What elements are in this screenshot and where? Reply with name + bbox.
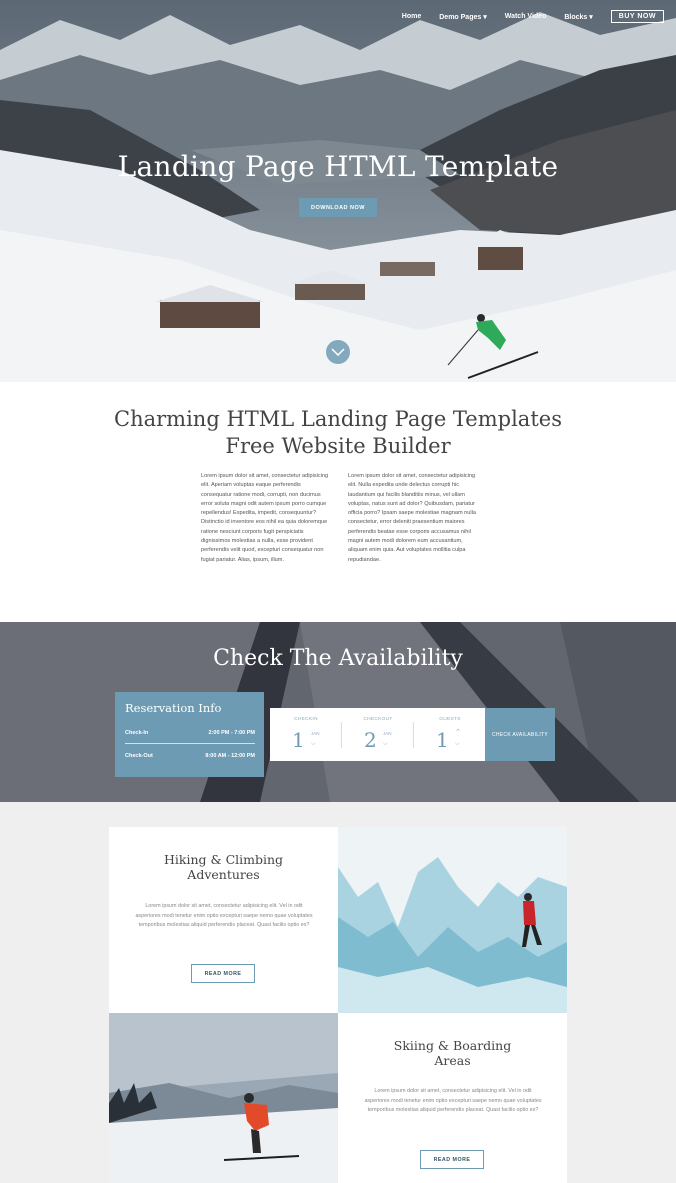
reservation-divider bbox=[125, 743, 255, 744]
checkin-field-label: CHECKIN bbox=[294, 717, 318, 722]
reservation-info-title: Reservation Info bbox=[125, 701, 222, 715]
download-now-button[interactable]: DOWNLOAD NOW bbox=[299, 198, 377, 217]
checkout-field-label: CHECKOUT bbox=[363, 717, 393, 722]
skier-image bbox=[109, 1013, 338, 1183]
nav-watch-video-link[interactable]: Watch Video bbox=[505, 13, 547, 20]
check-availability-button[interactable]: CHECK AVAILABILITY bbox=[485, 708, 555, 761]
top-navigation: Home Demo Pages ▾ Watch Video Blocks ▾ B… bbox=[402, 10, 664, 23]
feature-title-line1: Hiking & Climbing bbox=[163, 852, 284, 867]
buy-now-button[interactable]: BUY NOW bbox=[610, 10, 664, 23]
checkout-hours-value: 8:00 AM - 12:00 PM bbox=[205, 753, 255, 759]
intro-title-line2: Free Website Builder bbox=[225, 434, 451, 458]
checkin-day-value: 1 bbox=[292, 728, 305, 752]
chevron-down-icon: ⌵ bbox=[311, 741, 316, 747]
checkout-date-picker[interactable]: CHECKOUT 2 JAN ⌵ bbox=[342, 708, 414, 761]
feature-title-line2: Adventures bbox=[187, 867, 260, 882]
chevron-up-icon[interactable]: ⌃ bbox=[455, 728, 461, 736]
checkout-hours-label: Check-Out bbox=[125, 753, 153, 759]
checkout-month-value: JAN bbox=[383, 731, 392, 736]
intro-text-column-1: Lorem ipsum dolor sit amet, consectetur … bbox=[201, 473, 329, 563]
checkout-day-value: 2 bbox=[364, 728, 377, 752]
feature-text: Lorem ipsum dolor sit amet, consectetur … bbox=[364, 1088, 542, 1114]
checkin-date-picker[interactable]: CHECKIN 1 JAN ⌵ bbox=[270, 708, 342, 761]
read-more-button[interactable]: READ MORE bbox=[191, 964, 255, 983]
checkin-hours-row: Check-In 2:00 PM - 7:00 PM bbox=[125, 730, 255, 736]
intro-title-line1: Charming HTML Landing Page Templates bbox=[114, 407, 562, 431]
chevron-down-icon: ⌵ bbox=[383, 741, 388, 747]
checkin-hours-value: 2:00 PM - 7:00 PM bbox=[208, 730, 255, 736]
chevron-down-icon[interactable]: ⌵ bbox=[455, 741, 460, 748]
checkin-hours-label: Check-In bbox=[125, 730, 149, 736]
feature-title: Skiing & Boarding Areas bbox=[338, 1038, 567, 1068]
checkout-hours-row: Check-Out 8:00 AM - 12:00 PM bbox=[125, 753, 255, 759]
read-more-button[interactable]: READ MORE bbox=[420, 1150, 484, 1169]
checkin-month-value: JAN bbox=[311, 731, 320, 736]
hero-section: Home Demo Pages ▾ Watch Video Blocks ▾ B… bbox=[0, 0, 676, 382]
nav-home-link[interactable]: Home bbox=[402, 13, 421, 20]
nav-blocks-dropdown[interactable]: Blocks ▾ bbox=[564, 13, 592, 21]
nav-demo-pages-dropdown[interactable]: Demo Pages ▾ bbox=[439, 13, 486, 21]
guests-stepper[interactable]: GUESTS 1 ⌃ ⌵ bbox=[414, 708, 486, 761]
feature-title: Hiking & Climbing Adventures bbox=[109, 852, 338, 882]
availability-title: Check The Availability bbox=[213, 646, 463, 671]
intro-title: Charming HTML Landing Page Templates Fre… bbox=[0, 406, 676, 460]
feature-text: Lorem ipsum dolor sit amet, consectetur … bbox=[135, 903, 313, 929]
scroll-down-button[interactable] bbox=[326, 340, 350, 364]
hero-background-image bbox=[0, 0, 676, 382]
guests-field-label: GUESTS bbox=[439, 717, 461, 722]
availability-form: CHECKIN 1 JAN ⌵ CHECKOUT 2 JAN ⌵ GUESTS … bbox=[270, 708, 485, 761]
intro-text-column-2: Lorem ipsum dolor sit amet, consectetur … bbox=[348, 473, 477, 563]
ice-climbing-image bbox=[338, 827, 567, 1013]
feature-title-line2: Areas bbox=[434, 1053, 471, 1068]
feature-card-hiking: Hiking & Climbing Adventures Lorem ipsum… bbox=[109, 827, 338, 1013]
chevron-down-icon bbox=[331, 348, 345, 356]
reservation-info-panel: Reservation Info Check-In 2:00 PM - 7:00… bbox=[115, 692, 264, 777]
feature-title-line1: Skiing & Boarding bbox=[393, 1038, 512, 1053]
intro-section: Charming HTML Landing Page Templates Fre… bbox=[0, 382, 676, 622]
availability-section: Check The Availability Reservation Info … bbox=[0, 622, 676, 802]
feature-card-skiing: Skiing & Boarding Areas Lorem ipsum dolo… bbox=[338, 1013, 567, 1183]
hero-title: Landing Page HTML Template bbox=[117, 150, 559, 183]
guests-value: 1 bbox=[436, 728, 449, 752]
